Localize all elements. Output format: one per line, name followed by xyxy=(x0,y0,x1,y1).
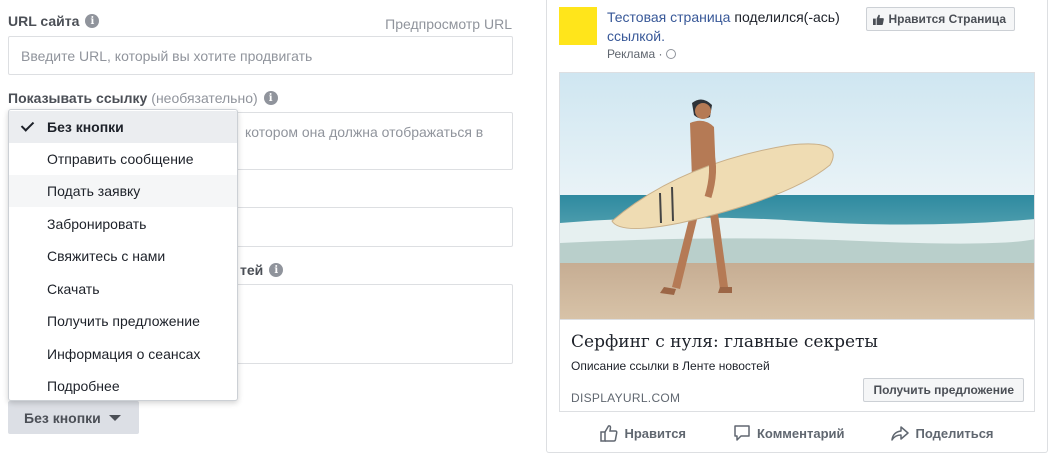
ad-image[interactable] xyxy=(559,72,1035,320)
preview-url-link[interactable]: Предпросмотр URL xyxy=(385,16,512,32)
dropdown-item[interactable]: Подать заявку xyxy=(9,175,237,207)
caret-down-icon xyxy=(108,414,121,421)
dropdown-item[interactable]: Забронировать xyxy=(9,208,237,240)
dropdown-item-label: Забронировать xyxy=(47,216,147,232)
ad-form: URL сайта i Предпросмотр URL Введите URL… xyxy=(0,0,530,470)
dropdown-item[interactable]: Отправить сообщение xyxy=(9,143,237,175)
display-link-label-row: Показывать ссылку (необязательно) i xyxy=(8,90,278,106)
page-avatar[interactable] xyxy=(559,7,597,45)
sponsored-row: Реклама · xyxy=(607,47,677,61)
ad-actions-bar: Нравится Комментарий Поделиться xyxy=(547,418,1047,448)
dropdown-item[interactable]: Подробнее xyxy=(9,370,237,402)
share-icon xyxy=(891,426,910,441)
url-label-row: URL сайта i xyxy=(8,13,100,29)
dropdown-item-label: Получить предложение xyxy=(47,313,200,329)
shared-link[interactable]: ссылкой. xyxy=(607,28,665,44)
dropdown-item-label: Информация о сеансах xyxy=(47,346,201,362)
info-icon[interactable]: i xyxy=(263,91,278,105)
comment-icon xyxy=(734,425,750,441)
dropdown-item[interactable]: Скачать xyxy=(9,273,237,305)
url-label: URL сайта xyxy=(8,13,80,29)
dropdown-item-label: Отправить сообщение xyxy=(47,151,194,167)
comment-action-label: Комментарий xyxy=(756,425,845,441)
description-label-row: тей i xyxy=(240,262,284,278)
dropdown-item[interactable]: Информация о сеансах xyxy=(9,338,237,370)
checkmark-icon xyxy=(20,118,35,132)
dropdown-item-label: Подать заявку xyxy=(47,183,141,199)
like-action-label: Нравится xyxy=(624,425,687,441)
dropdown-item-label: Подробнее xyxy=(47,378,120,394)
thumbs-up-icon xyxy=(600,425,618,442)
ad-display-url: DISPLAYURL.COM xyxy=(571,391,681,405)
display-link-optional: (необязательно) xyxy=(151,90,258,106)
url-input[interactable]: Введите URL, который вы хотите продвигат… xyxy=(8,36,513,75)
dropdown-item-label: Без кнопки xyxy=(47,119,124,135)
dropdown-item[interactable]: Получить предложение xyxy=(9,305,237,337)
info-icon[interactable]: i xyxy=(85,14,100,28)
thumbs-up-icon xyxy=(873,14,885,25)
share-action[interactable]: Поделиться xyxy=(891,424,994,442)
like-action[interactable]: Нравится xyxy=(600,424,686,442)
like-page-button[interactable]: Нравится Страница xyxy=(866,7,1015,31)
call-to-action-select-label: Без кнопки xyxy=(24,409,101,426)
ad-cta-button[interactable]: Получить предложение xyxy=(863,378,1024,402)
display-link-label: Показывать ссылку xyxy=(8,90,148,106)
ad-link-card[interactable]: Серфинг с нуля: главные секреты Описание… xyxy=(559,320,1035,412)
page-name-link[interactable]: Тестовая страница xyxy=(607,9,730,25)
surfer-photo xyxy=(560,73,1034,319)
ad-preview: Тестовая страница поделился(-ась) ссылко… xyxy=(546,0,1048,453)
globe-icon xyxy=(666,49,677,59)
ad-description: Описание ссылки в Ленте новостей xyxy=(571,359,770,373)
sponsored-label: Реклама · xyxy=(607,47,663,61)
ad-headline: Серфинг с нуля: главные секреты xyxy=(571,332,878,352)
comment-action[interactable]: Комментарий xyxy=(733,424,845,442)
dropdown-item[interactable]: Без кнопки xyxy=(9,111,237,143)
like-page-label: Нравится Страница xyxy=(888,12,1006,26)
ad-header-text: Тестовая страница поделился(-ась) ссылко… xyxy=(607,8,847,46)
info-icon[interactable]: i xyxy=(269,263,284,277)
call-to-action-dropdown: Без кнопки Отправить сообщение Подать за… xyxy=(8,109,238,401)
dropdown-item-label: Свяжитесь с нами xyxy=(47,248,166,264)
url-input-placeholder: Введите URL, который вы хотите продвигат… xyxy=(21,48,313,64)
shared-text: поделился(-ась) xyxy=(730,9,840,25)
dropdown-item[interactable]: Свяжитесь с нами xyxy=(9,240,237,272)
call-to-action-select[interactable]: Без кнопки xyxy=(8,401,139,434)
share-action-label: Поделиться xyxy=(915,425,994,441)
description-label: тей xyxy=(240,262,264,278)
dropdown-item-label: Скачать xyxy=(47,281,100,297)
